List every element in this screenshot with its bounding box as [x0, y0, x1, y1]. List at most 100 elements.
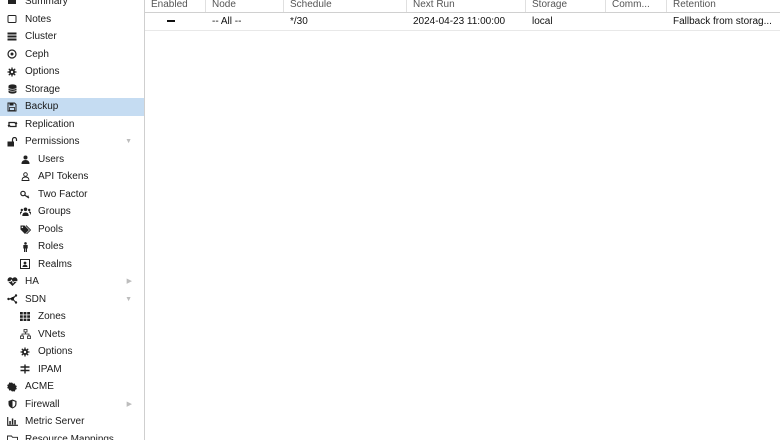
sidebar-item-ceph[interactable]: Ceph [0, 46, 144, 64]
sidebar-item-label: Replication [25, 118, 75, 130]
sidebar-item-zones[interactable]: Zones [0, 308, 144, 326]
sidebar-item-realms[interactable]: Realms [0, 256, 144, 274]
schedule-cell: */30 [290, 16, 308, 27]
network-icon [19, 326, 31, 344]
chevron-down-icon[interactable]: ▼ [125, 133, 132, 151]
sidebar-item-label: Backup [25, 101, 59, 112]
sidebar-item-label: Groups [38, 206, 71, 217]
sidebar-item-label: Zones [38, 311, 66, 322]
user-outline-icon [19, 168, 31, 186]
sidebar-item-pools[interactable]: Pools [0, 221, 144, 239]
retweet-icon [6, 116, 18, 134]
chevron-right-icon[interactable]: ▶ [127, 396, 132, 414]
user-icon [19, 151, 31, 169]
sidebar-item-label: VNets [38, 328, 66, 340]
sidebar-item-label: Resource Mappings [25, 433, 114, 440]
sidebar-item-resource-mappings[interactable]: Resource Mappings [0, 431, 144, 440]
sidebar-item-metric-server[interactable]: Metric Server [0, 413, 144, 431]
sidebar-item-label: Two Factor [38, 188, 88, 200]
gear-icon [19, 343, 31, 361]
column-header-comment[interactable]: Comm... [606, 0, 667, 12]
node-cell: -- All -- [212, 16, 242, 27]
floppy-icon [6, 98, 18, 116]
column-header-next-run[interactable]: Next Run [407, 0, 526, 12]
database-icon [6, 81, 18, 99]
ipam-icon [19, 361, 31, 379]
nav-list: Summary Notes Cluster Ceph Options Storage Bac… [0, 0, 144, 440]
sidebar-item-options[interactable]: Options [0, 343, 144, 361]
disabled-dash-icon [167, 20, 175, 23]
sidebar-item-acme[interactable]: ACME [0, 378, 144, 396]
sidebar-item-users[interactable]: Users [0, 151, 144, 169]
sidebar-item-replication[interactable]: Replication [0, 116, 144, 134]
sidebar-item-label: Ceph [25, 48, 49, 60]
comment-cell [606, 13, 667, 30]
sidebar-item-label: Users [38, 153, 65, 165]
retention-cell: Fallback from storag... [673, 16, 772, 27]
sidebar-item-backup[interactable]: Backup [0, 98, 144, 116]
sidebar-item-groups[interactable]: Groups [0, 203, 144, 221]
sidebar-item-label: Summary [25, 0, 68, 7]
column-header-storage[interactable]: Storage [526, 0, 606, 12]
key-icon [19, 186, 31, 204]
address-book-icon [19, 256, 31, 274]
column-header-schedule[interactable]: Schedule [284, 0, 407, 12]
summary-icon [6, 0, 18, 11]
column-header-node[interactable]: Node [206, 0, 284, 12]
sidebar-item-vnets[interactable]: VNets [0, 326, 144, 344]
sidebar-item-api-tokens[interactable]: API Tokens [0, 168, 144, 186]
sidebar-item-label: Realms [38, 258, 72, 270]
sidebar-item-cluster[interactable]: Cluster [0, 28, 144, 46]
sidebar-item-firewall[interactable]: Firewall ▶ [0, 396, 144, 414]
backup-jobs-grid: Enabled Node Schedule Next Run Storage C… [145, 0, 780, 440]
column-header-retention[interactable]: Retention [667, 0, 780, 12]
users-icon [19, 203, 31, 221]
sidebar-item-label: Metric Server [25, 416, 85, 427]
sidebar-item-ipam[interactable]: IPAM [0, 361, 144, 379]
sidebar-item-label: Options [25, 66, 60, 77]
sidebar-item-label: Permissions [25, 136, 80, 147]
heartbeat-icon [6, 273, 18, 291]
notes-icon [6, 11, 18, 29]
sidebar-item-two-factor[interactable]: Two Factor [0, 186, 144, 204]
sidebar-item-label: Options [38, 346, 73, 357]
sidebar-item-label: IPAM [38, 363, 62, 375]
sidebar-item-label: Pools [38, 223, 64, 235]
th-icon [19, 308, 31, 326]
sidebar-navigation: Summary Notes Cluster Ceph Options Storage Bac… [0, 0, 145, 440]
sidebar-item-notes[interactable]: Notes [0, 11, 144, 29]
shield-icon [6, 396, 18, 414]
enabled-cell[interactable] [145, 13, 206, 30]
sidebar-item-label: Notes [25, 13, 52, 25]
chevron-down-icon[interactable]: ▼ [125, 291, 132, 309]
table-row[interactable]: -- All -- */30 2024-04-23 11:00:00 local… [145, 13, 780, 31]
sidebar-item-roles[interactable]: Roles [0, 238, 144, 256]
gear-icon [6, 63, 18, 81]
sidebar-item-label: Cluster [25, 31, 57, 42]
bar-chart-icon [6, 413, 18, 431]
folder-icon [6, 431, 18, 440]
sidebar-item-storage[interactable]: Storage [0, 81, 144, 99]
sdn-icon [6, 291, 18, 309]
sidebar-item-label: API Tokens [38, 171, 89, 182]
storage-cell: local [532, 16, 553, 27]
chevron-right-icon[interactable]: ▶ [127, 273, 132, 291]
male-icon [19, 238, 31, 256]
grid-header: Enabled Node Schedule Next Run Storage C… [145, 0, 780, 13]
column-header-enabled[interactable]: Enabled [145, 0, 206, 12]
next-run-cell: 2024-04-23 11:00:00 [413, 16, 506, 27]
sidebar-item-permissions[interactable]: Permissions ▼ [0, 133, 144, 151]
sidebar-item-ha[interactable]: HA ▶ [0, 273, 144, 291]
sidebar-item-label: Firewall [25, 398, 60, 410]
sidebar-item-label: SDN [25, 293, 47, 305]
sidebar-item-label: HA [25, 276, 39, 287]
sidebar-item-summary[interactable]: Summary [0, 0, 144, 11]
sidebar-item-sdn[interactable]: SDN ▼ [0, 291, 144, 309]
server-icon [6, 28, 18, 46]
sidebar-item-label: Storage [25, 83, 61, 95]
tags-icon [19, 221, 31, 239]
sidebar-item-options[interactable]: Options [0, 63, 144, 81]
sidebar-item-label: Roles [38, 241, 64, 252]
sidebar-item-label: ACME [25, 381, 54, 392]
unlock-icon [6, 133, 18, 151]
